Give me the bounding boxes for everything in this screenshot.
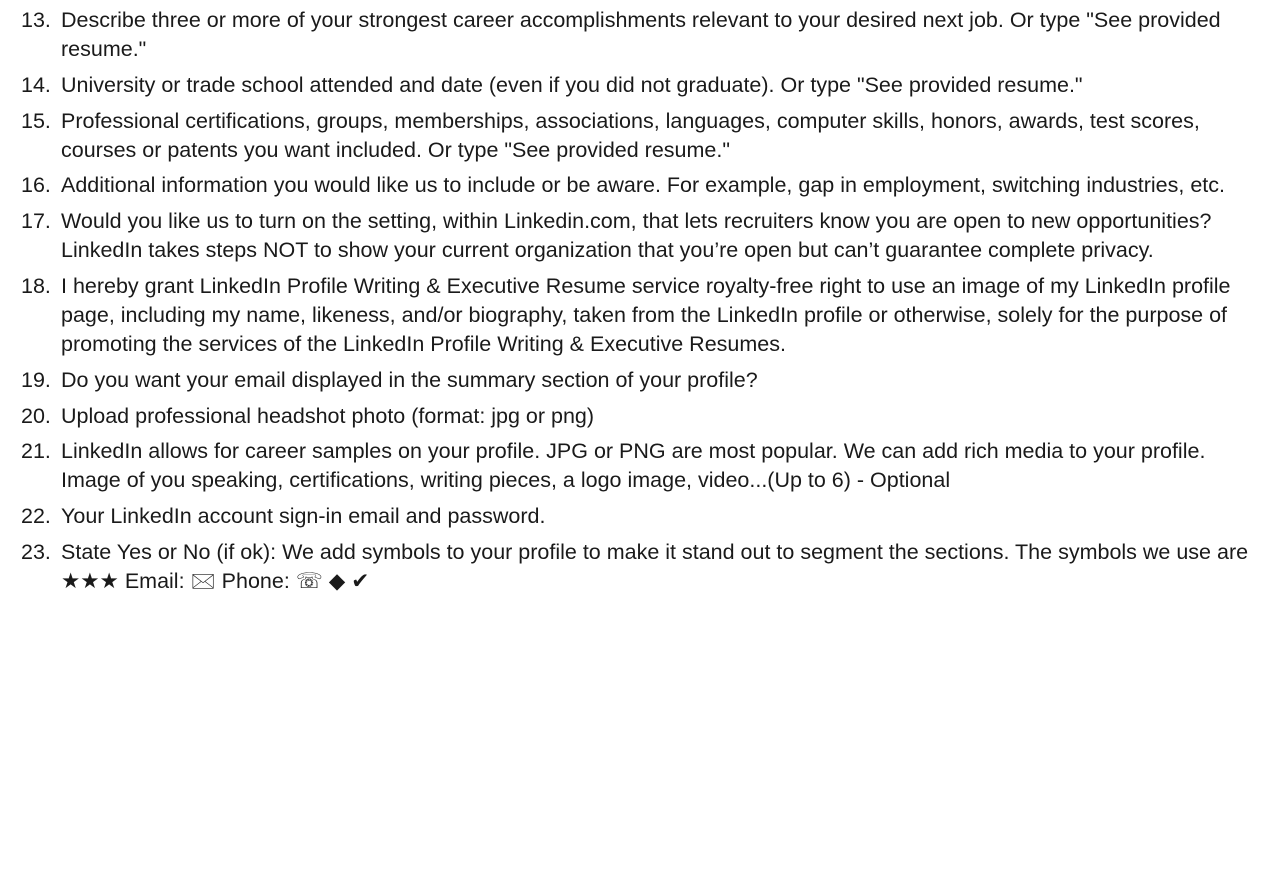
list-item: 17. Would you like us to turn on the set… [0, 207, 1270, 265]
symbols-question-text: State Yes or No (if ok): We add symbols … [61, 539, 1249, 564]
item-text: I hereby grant LinkedIn Profile Writing … [61, 273, 1231, 356]
item-number: 16. [21, 173, 51, 198]
item-text: Do you want your email displayed in the … [61, 367, 758, 392]
list-item: 21. LinkedIn allows for career samples o… [0, 437, 1270, 495]
list-item: 16. Additional information you would lik… [0, 171, 1270, 200]
list-item: 13. Describe three or more of your stron… [0, 6, 1270, 64]
item-number: 14. [21, 72, 51, 97]
item-text: LinkedIn allows for career samples on yo… [61, 439, 1206, 493]
item-number: 20. [21, 403, 51, 428]
list-item: 20. Upload professional headshot photo (… [0, 402, 1270, 431]
list-item: 15. Professional certifications, groups,… [0, 107, 1270, 165]
list-item: 19. Do you want your email displayed in … [0, 366, 1270, 395]
document-page: 13. Describe three or more of your stron… [0, 0, 1270, 603]
item-number: 17. [21, 209, 51, 234]
item-text: University or trade school attended and … [61, 72, 1083, 97]
telephone-icon: ☏ [295, 568, 323, 593]
item-number: 18. [21, 273, 51, 298]
item-number: 13. [21, 8, 51, 32]
item-text: State Yes or No (if ok): We add symbols … [61, 540, 1248, 593]
list-item: 18. I hereby grant LinkedIn Profile Writ… [0, 272, 1270, 359]
item-text: Describe three or more of your strongest… [61, 8, 1221, 61]
item-number: 22. [21, 504, 51, 529]
item-number: 15. [21, 108, 51, 133]
list-item: 23. State Yes or No (if ok): We add symb… [0, 538, 1270, 596]
email-label: Email: [124, 568, 185, 593]
item-number: 23. [21, 539, 51, 564]
item-text: Additional information you would like us… [61, 173, 1225, 198]
item-text: Upload professional headshot photo (form… [61, 403, 595, 428]
checkmark-icon: ✔ [351, 568, 370, 593]
item-text: Your LinkedIn account sign-in email and … [61, 504, 546, 529]
item-text: Would you like us to turn on the setting… [61, 209, 1212, 263]
item-number: 19. [21, 367, 51, 392]
questions-list: 13. Describe three or more of your stron… [0, 6, 1270, 596]
star-icon: ★★★ [61, 568, 119, 593]
list-item: 14. University or trade school attended … [0, 71, 1270, 100]
diamond-icon: ◆ [328, 568, 346, 593]
phone-label: Phone: [221, 568, 290, 593]
list-item: 22. Your LinkedIn account sign-in email … [0, 502, 1270, 531]
item-text: Professional certifications, groups, mem… [61, 108, 1200, 162]
item-number: 21. [21, 439, 51, 464]
envelope-icon: 🖂 [190, 568, 216, 593]
